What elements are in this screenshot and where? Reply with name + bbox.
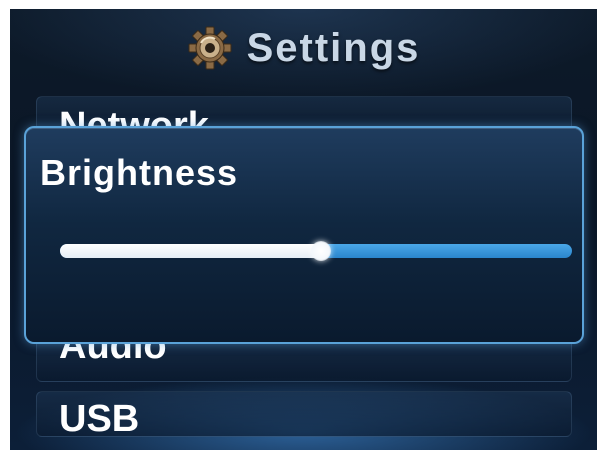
page-title: Settings (246, 25, 421, 70)
title-bar: Settings (10, 9, 597, 87)
device-screen: Settings Network Audio USB Brightness (10, 9, 597, 450)
menu-item-usb[interactable]: USB (36, 391, 572, 437)
brightness-dialog: Brightness (24, 126, 584, 344)
slider-thumb[interactable] (311, 241, 332, 261)
slider-fill (60, 244, 322, 258)
brightness-slider[interactable] (60, 241, 572, 261)
menu-item-label: USB (59, 398, 140, 437)
dialog-title: Brightness (40, 152, 239, 193)
gear-icon (187, 25, 233, 71)
